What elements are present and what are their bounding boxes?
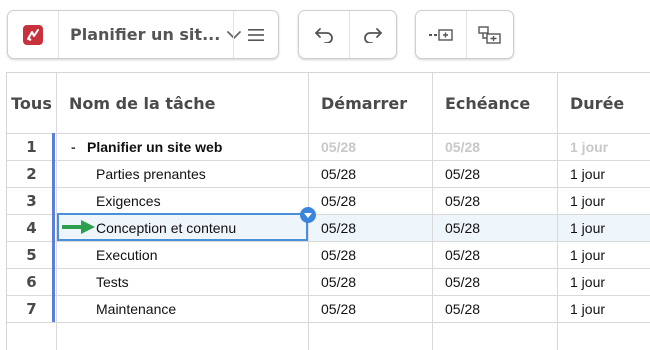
task-name-cell[interactable]: Maintenance (96, 295, 176, 322)
column-header-all[interactable]: Tous (7, 73, 56, 133)
project-title: Planifier un sit... (70, 25, 221, 44)
column-header-start[interactable]: Démarrer (321, 73, 407, 133)
duration-cell[interactable]: 1 jour (570, 241, 605, 268)
app-logo-button[interactable] (8, 11, 58, 58)
collapse-toggle[interactable]: - (71, 133, 76, 160)
cell-dropdown-icon[interactable] (300, 207, 316, 223)
task-name-cell[interactable]: Tests (96, 268, 129, 295)
row-number[interactable]: 2 (7, 160, 56, 187)
due-date-cell[interactable]: 05/28 (445, 214, 480, 241)
task-name-cell[interactable]: Execution (96, 241, 157, 268)
row-number[interactable]: 1 (7, 133, 56, 160)
row-number[interactable]: 6 (7, 268, 56, 295)
due-date-cell[interactable]: 05/28 (445, 160, 480, 187)
duration-cell[interactable]: 1 jour (570, 295, 605, 322)
duration-cell[interactable]: 1 jour (570, 214, 605, 241)
row-number[interactable]: 7 (7, 295, 56, 322)
task-name-cell[interactable]: Conception et contenu (96, 214, 236, 241)
row-number[interactable]: 4 (7, 214, 56, 241)
row-number[interactable]: 5 (7, 241, 56, 268)
task-name-cell[interactable]: Planifier un site web (87, 133, 222, 160)
task-name-cell[interactable]: Exigences (96, 187, 161, 214)
indent-task-icon (478, 25, 502, 44)
duration-cell[interactable]: 1 jour (570, 133, 608, 160)
column-header-due[interactable]: Echéance (445, 73, 530, 133)
app-logo-icon (23, 24, 43, 45)
due-date-cell[interactable]: 05/28 (445, 133, 480, 160)
hamburger-menu-icon (247, 28, 265, 42)
project-title-dropdown[interactable]: Planifier un sit... (58, 11, 242, 58)
outdent-button[interactable] (416, 11, 466, 58)
start-date-cell[interactable]: 05/28 (321, 214, 356, 241)
start-date-cell[interactable]: 05/28 (321, 187, 356, 214)
due-date-cell[interactable]: 05/28 (445, 295, 480, 322)
start-date-cell[interactable]: 05/28 (321, 295, 356, 322)
start-date-cell[interactable]: 05/28 (321, 133, 356, 160)
hierarchy-toolbar (415, 10, 514, 59)
undo-icon (313, 27, 335, 43)
indent-button[interactable] (466, 11, 513, 58)
start-date-cell[interactable]: 05/28 (321, 160, 356, 187)
menu-button[interactable] (233, 11, 278, 58)
due-date-cell[interactable]: 05/28 (445, 268, 480, 295)
due-date-cell[interactable]: 05/28 (445, 241, 480, 268)
duration-cell[interactable]: 1 jour (570, 187, 605, 214)
row-number[interactable]: 3 (7, 187, 56, 214)
task-grid: Tous Nom de la tâche Démarrer Echéance D… (6, 72, 650, 350)
history-toolbar (298, 10, 397, 59)
outdent-task-icon (428, 28, 454, 42)
column-header-duration[interactable]: Durée (570, 73, 624, 133)
duration-cell[interactable]: 1 jour (570, 160, 605, 187)
column-header-task-name[interactable]: Nom de la tâche (69, 73, 216, 133)
due-date-cell[interactable]: 05/28 (445, 187, 480, 214)
project-toolbar: Planifier un sit... (7, 10, 279, 59)
redo-icon (362, 27, 384, 43)
start-date-cell[interactable]: 05/28 (321, 241, 356, 268)
redo-button[interactable] (349, 11, 396, 58)
duration-cell[interactable]: 1 jour (570, 268, 605, 295)
undo-button[interactable] (299, 11, 349, 58)
task-name-cell[interactable]: Parties prenantes (96, 160, 206, 187)
start-date-cell[interactable]: 05/28 (321, 268, 356, 295)
green-arrow-icon (62, 219, 96, 235)
